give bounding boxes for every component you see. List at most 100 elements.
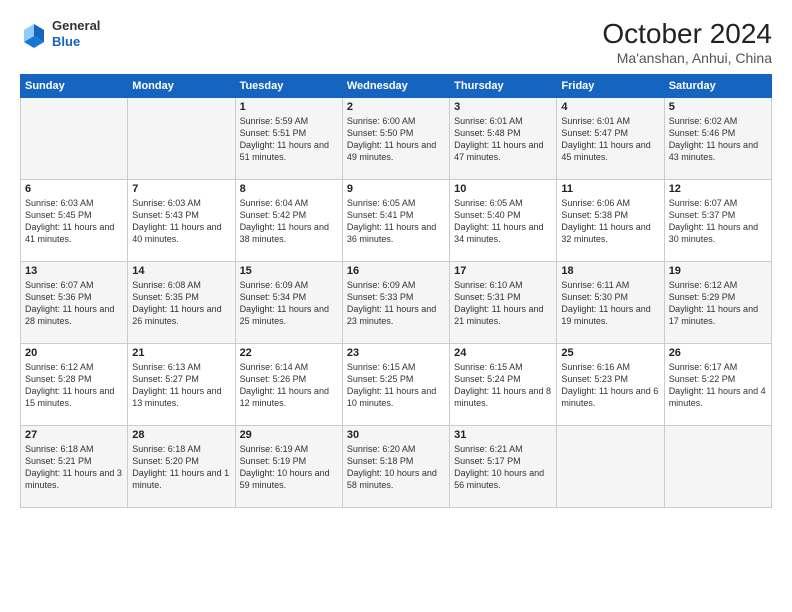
day-number: 27 <box>25 429 123 441</box>
header-monday: Monday <box>128 75 235 98</box>
day-info: Sunrise: 6:19 AM Sunset: 5:19 PM Dayligh… <box>240 443 338 492</box>
calendar-body: 1 Sunrise: 5:59 AM Sunset: 5:51 PM Daylig… <box>21 98 772 508</box>
title-block: October 2024 Ma'anshan, Anhui, China <box>602 18 772 66</box>
calendar-cell: 12 Sunrise: 6:07 AM Sunset: 5:37 PM Dayli… <box>664 180 771 262</box>
day-info: Sunrise: 5:59 AM Sunset: 5:51 PM Dayligh… <box>240 115 338 164</box>
day-info: Sunrise: 6:07 AM Sunset: 5:37 PM Dayligh… <box>669 197 767 246</box>
calendar-cell: 29Sunrise: 6:19 AM Sunset: 5:19 PM Dayli… <box>235 426 342 508</box>
day-info: Sunrise: 6:09 AM Sunset: 5:33 PM Dayligh… <box>347 279 445 328</box>
logo: General Blue <box>20 18 100 49</box>
calendar-cell: 11 Sunrise: 6:06 AM Sunset: 5:38 PM Dayli… <box>557 180 664 262</box>
calendar-cell <box>664 426 771 508</box>
header-row: SundayMondayTuesdayWednesdayThursdayFrid… <box>21 75 772 98</box>
day-info: Sunrise: 6:08 AM Sunset: 5:35 PM Dayligh… <box>132 279 230 328</box>
calendar-cell <box>128 98 235 180</box>
calendar-cell: 3Sunrise: 6:01 AM Sunset: 5:48 PM Daylig… <box>450 98 557 180</box>
day-info: Sunrise: 6:09 AM Sunset: 5:34 PM Dayligh… <box>240 279 338 328</box>
day-number: 30 <box>347 429 445 441</box>
day-info: Sunrise: 6:03 AM Sunset: 5:45 PM Dayligh… <box>25 197 123 246</box>
day-number: 22 <box>240 347 338 359</box>
calendar-cell: 30 Sunrise: 6:20 AM Sunset: 5:18 PM Dayli… <box>342 426 449 508</box>
day-number: 6 <box>25 183 123 195</box>
day-number: 28 <box>132 429 230 441</box>
day-info: Sunrise: 6:14 AM Sunset: 5:26 PM Dayligh… <box>240 361 338 410</box>
calendar-cell: 14 Sunrise: 6:08 AM Sunset: 5:35 PM Dayli… <box>128 262 235 344</box>
day-info: Sunrise: 6:18 AM Sunset: 5:20 PM Dayligh… <box>132 443 230 492</box>
day-info: Sunrise: 6:13 AM Sunset: 5:27 PM Dayligh… <box>132 361 230 410</box>
day-number: 24 <box>454 347 552 359</box>
day-number: 21 <box>132 347 230 359</box>
day-number: 2 <box>347 101 445 113</box>
day-info: Sunrise: 6:18 AM Sunset: 5:21 PM Dayligh… <box>25 443 123 492</box>
day-info: Sunrise: 6:10 AM Sunset: 5:31 PM Dayligh… <box>454 279 552 328</box>
calendar-cell: 23Sunrise: 6:15 AM Sunset: 5:25 PM Dayli… <box>342 344 449 426</box>
day-number: 31 <box>454 429 552 441</box>
calendar-cell: 21 Sunrise: 6:13 AM Sunset: 5:27 PM Dayli… <box>128 344 235 426</box>
calendar-cell: 9 Sunrise: 6:05 AM Sunset: 5:41 PM Daylig… <box>342 180 449 262</box>
day-number: 13 <box>25 265 123 277</box>
calendar-cell: 2 Sunrise: 6:00 AM Sunset: 5:50 PM Daylig… <box>342 98 449 180</box>
day-number: 12 <box>669 183 767 195</box>
day-info: Sunrise: 6:15 AM Sunset: 5:25 PM Dayligh… <box>347 361 445 410</box>
calendar-cell: 22 Sunrise: 6:14 AM Sunset: 5:26 PM Dayli… <box>235 344 342 426</box>
day-info: Sunrise: 6:12 AM Sunset: 5:28 PM Dayligh… <box>25 361 123 410</box>
day-info: Sunrise: 6:21 AM Sunset: 5:17 PM Dayligh… <box>454 443 552 492</box>
logo-icon <box>20 20 48 48</box>
calendar-cell: 31 Sunrise: 6:21 AM Sunset: 5:17 PM Dayli… <box>450 426 557 508</box>
calendar: SundayMondayTuesdayWednesdayThursdayFrid… <box>20 74 772 508</box>
day-number: 8 <box>240 183 338 195</box>
calendar-cell: 26 Sunrise: 6:17 AM Sunset: 5:22 PM Dayli… <box>664 344 771 426</box>
day-info: Sunrise: 6:00 AM Sunset: 5:50 PM Dayligh… <box>347 115 445 164</box>
day-info: Sunrise: 6:12 AM Sunset: 5:29 PM Dayligh… <box>669 279 767 328</box>
day-number: 16 <box>347 265 445 277</box>
calendar-cell: 13Sunrise: 6:07 AM Sunset: 5:36 PM Dayli… <box>21 262 128 344</box>
day-info: Sunrise: 6:20 AM Sunset: 5:18 PM Dayligh… <box>347 443 445 492</box>
day-info: Sunrise: 6:06 AM Sunset: 5:38 PM Dayligh… <box>561 197 659 246</box>
day-info: Sunrise: 6:05 AM Sunset: 5:41 PM Dayligh… <box>347 197 445 246</box>
day-info: Sunrise: 6:01 AM Sunset: 5:47 PM Dayligh… <box>561 115 659 164</box>
calendar-cell: 5Sunrise: 6:02 AM Sunset: 5:46 PM Daylig… <box>664 98 771 180</box>
day-number: 9 <box>347 183 445 195</box>
calendar-cell: 6 Sunrise: 6:03 AM Sunset: 5:45 PM Daylig… <box>21 180 128 262</box>
week-row-0: 1 Sunrise: 5:59 AM Sunset: 5:51 PM Daylig… <box>21 98 772 180</box>
day-number: 14 <box>132 265 230 277</box>
calendar-cell: 8 Sunrise: 6:04 AM Sunset: 5:42 PM Daylig… <box>235 180 342 262</box>
calendar-cell: 24 Sunrise: 6:15 AM Sunset: 5:24 PM Dayli… <box>450 344 557 426</box>
day-number: 5 <box>669 101 767 113</box>
calendar-cell: 25Sunrise: 6:16 AM Sunset: 5:23 PM Dayli… <box>557 344 664 426</box>
calendar-cell: 10 Sunrise: 6:05 AM Sunset: 5:40 PM Dayli… <box>450 180 557 262</box>
header-saturday: Saturday <box>664 75 771 98</box>
calendar-cell: 15Sunrise: 6:09 AM Sunset: 5:34 PM Dayli… <box>235 262 342 344</box>
location: Ma'anshan, Anhui, China <box>602 50 772 66</box>
day-number: 20 <box>25 347 123 359</box>
calendar-cell: 7 Sunrise: 6:03 AM Sunset: 5:43 PM Daylig… <box>128 180 235 262</box>
day-info: Sunrise: 6:16 AM Sunset: 5:23 PM Dayligh… <box>561 361 659 410</box>
header-wednesday: Wednesday <box>342 75 449 98</box>
day-number: 1 <box>240 101 338 113</box>
day-info: Sunrise: 6:03 AM Sunset: 5:43 PM Dayligh… <box>132 197 230 246</box>
day-number: 10 <box>454 183 552 195</box>
calendar-cell: 19 Sunrise: 6:12 AM Sunset: 5:29 PM Dayli… <box>664 262 771 344</box>
header-tuesday: Tuesday <box>235 75 342 98</box>
day-info: Sunrise: 6:05 AM Sunset: 5:40 PM Dayligh… <box>454 197 552 246</box>
day-number: 11 <box>561 183 659 195</box>
day-number: 19 <box>669 265 767 277</box>
day-info: Sunrise: 6:01 AM Sunset: 5:48 PM Dayligh… <box>454 115 552 164</box>
calendar-cell: 4 Sunrise: 6:01 AM Sunset: 5:47 PM Daylig… <box>557 98 664 180</box>
day-number: 26 <box>669 347 767 359</box>
header-sunday: Sunday <box>21 75 128 98</box>
calendar-cell: 1 Sunrise: 5:59 AM Sunset: 5:51 PM Daylig… <box>235 98 342 180</box>
header-thursday: Thursday <box>450 75 557 98</box>
calendar-cell <box>21 98 128 180</box>
day-info: Sunrise: 6:04 AM Sunset: 5:42 PM Dayligh… <box>240 197 338 246</box>
day-info: Sunrise: 6:15 AM Sunset: 5:24 PM Dayligh… <box>454 361 552 410</box>
day-number: 4 <box>561 101 659 113</box>
day-info: Sunrise: 6:17 AM Sunset: 5:22 PM Dayligh… <box>669 361 767 410</box>
calendar-cell: 27 Sunrise: 6:18 AM Sunset: 5:21 PM Dayli… <box>21 426 128 508</box>
calendar-cell <box>557 426 664 508</box>
day-number: 7 <box>132 183 230 195</box>
day-number: 17 <box>454 265 552 277</box>
week-row-3: 20 Sunrise: 6:12 AM Sunset: 5:28 PM Dayli… <box>21 344 772 426</box>
calendar-cell: 20 Sunrise: 6:12 AM Sunset: 5:28 PM Dayli… <box>21 344 128 426</box>
week-row-4: 27 Sunrise: 6:18 AM Sunset: 5:21 PM Dayli… <box>21 426 772 508</box>
